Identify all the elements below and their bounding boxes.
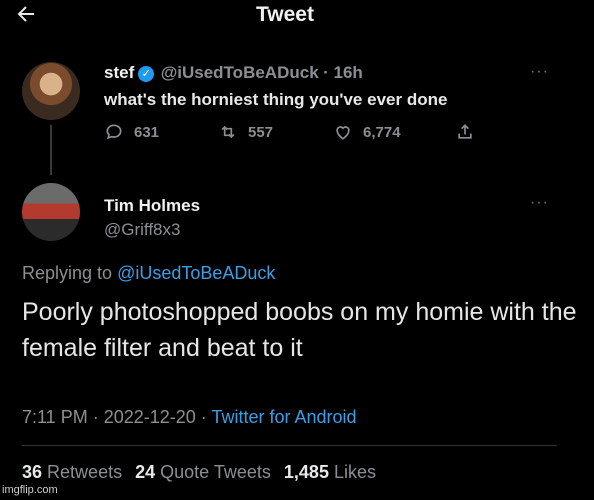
share-button[interactable]: [455, 122, 475, 142]
more-options-icon[interactable]: ···: [530, 63, 549, 81]
reply-icon: [106, 124, 122, 140]
avatar[interactable]: [22, 62, 80, 120]
replying-to: Replying to @iUsedToBeADuck: [22, 263, 275, 284]
heart-icon: [336, 126, 350, 140]
likes-stat[interactable]: 1,485 Likes: [284, 462, 376, 482]
divider: [22, 445, 557, 446]
more-options-icon[interactable]: ···: [530, 194, 549, 212]
retweet-count: 557: [248, 123, 274, 141]
quote-tweets-stat[interactable]: 24 Quote Tweets: [135, 462, 271, 482]
user-handle[interactable]: @iUsedToBeADuck: [161, 63, 319, 82]
retweets-stat[interactable]: 36 Retweets: [22, 462, 122, 482]
reply-button[interactable]: 631: [104, 122, 159, 142]
retweet-button[interactable]: 557: [218, 122, 273, 142]
share-icon: [458, 124, 472, 139]
avatar[interactable]: [22, 183, 80, 241]
replying-label: Replying to: [22, 263, 118, 283]
source-link[interactable]: Twitter for Android: [211, 407, 356, 427]
display-name[interactable]: Tim Holmes: [104, 196, 200, 216]
like-button[interactable]: 6,774: [333, 122, 401, 142]
retweet-icon: [221, 125, 235, 139]
page-title: Tweet: [256, 3, 314, 26]
verified-badge-icon: ✓: [138, 66, 155, 82]
tweet-text: Poorly photoshopped boobs on my homie wi…: [22, 298, 577, 362]
thread-connector: [50, 125, 52, 175]
engagement-stats: 36 Retweets 24 Quote Tweets 1,485 Likes: [22, 462, 376, 483]
back-arrow-icon[interactable]: [14, 2, 38, 30]
timestamp-text[interactable]: 7:11 PM · 2022-12-20 ·: [22, 407, 211, 427]
display-name[interactable]: stef: [104, 63, 134, 82]
user-handle[interactable]: @Griff8x3: [104, 220, 180, 240]
tweet-time[interactable]: · 16h: [323, 63, 363, 82]
like-count: 6,774: [363, 123, 401, 141]
top-bar: Tweet: [0, 0, 594, 34]
tweet-text: what's the horniest thing you've ever do…: [104, 90, 448, 109]
replying-handle-link[interactable]: @iUsedToBeADuck: [117, 263, 275, 283]
tweet-timestamp: 7:11 PM · 2022-12-20 · Twitter for Andro…: [22, 407, 357, 428]
reply-count: 631: [134, 123, 160, 141]
watermark: imgflip.com: [2, 484, 58, 496]
tweet-header: stef ✓ @iUsedToBeADuck · 16h: [104, 63, 363, 83]
